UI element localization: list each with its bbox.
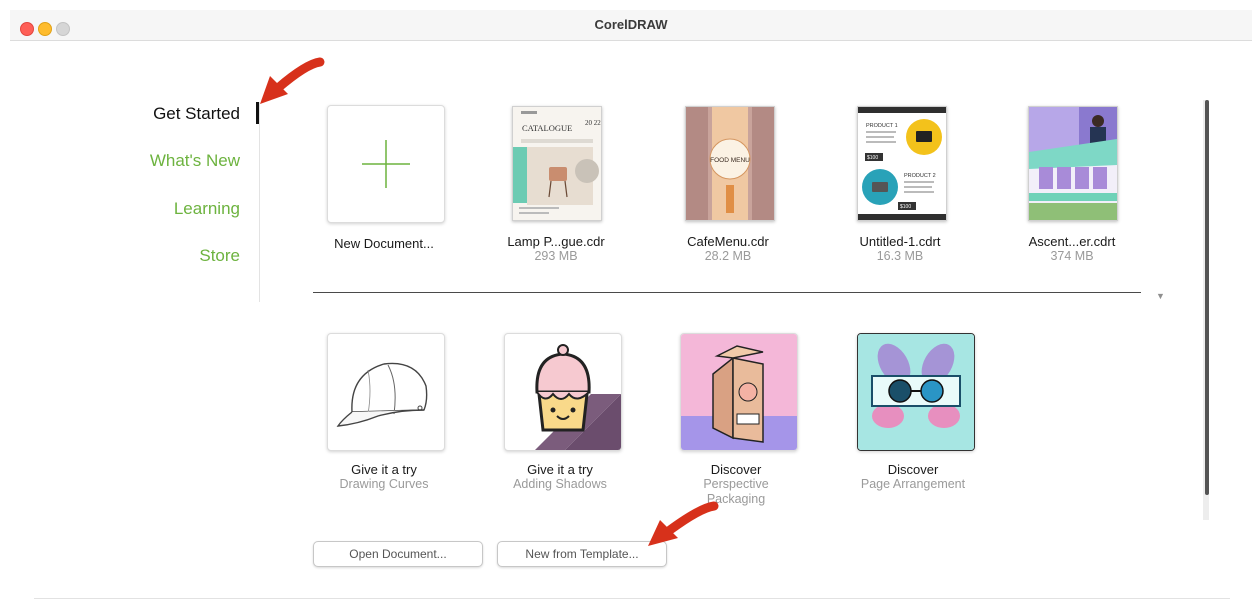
section-separator — [313, 292, 1141, 293]
window-title: CorelDRAW — [594, 17, 668, 32]
learning-title: Discover — [887, 462, 939, 477]
recent-name: Untitled-1.cdrt — [859, 234, 941, 249]
cafe-menu-thumbnail-art: FOOD MENU — [686, 107, 774, 220]
learning-title: Give it a try — [351, 462, 417, 477]
learning-subtitle: Page Arrangement — [860, 477, 966, 491]
annotation-arrow-icon — [260, 57, 325, 104]
annotation-arrow-icon — [648, 501, 719, 546]
recent-size: 16.3 MB — [876, 249, 924, 263]
glasses-icon — [858, 334, 974, 450]
title-bar: CorelDRAW — [10, 10, 1252, 41]
recent-name: Ascent...er.cdrt — [1028, 234, 1116, 249]
learning-tile[interactable] — [857, 333, 975, 451]
ascent-flyer-thumbnail-art — [1029, 107, 1117, 220]
product-2-text: PRODUCT 2 — [904, 173, 936, 179]
learning-subtitle: Adding Shadows — [513, 477, 607, 491]
recent-name: CafeMenu.cdr — [687, 234, 769, 249]
product-1-text: PRODUCT 1 — [866, 123, 898, 129]
product-flyer-thumbnail-art: PRODUCT 1 $100 PRODUCT 2 $100 — [858, 107, 946, 220]
food-menu-text: FOOD MENU — [710, 157, 750, 164]
nav-item-get-started[interactable]: Get Started — [120, 104, 240, 124]
learning-title: Give it a try — [527, 462, 593, 477]
nav-item-whats-new[interactable]: What's New — [120, 151, 240, 171]
milk-carton-icon — [681, 334, 797, 450]
learning-tile[interactable] — [680, 333, 798, 451]
recent-name: New Document... — [334, 236, 434, 251]
cap-drawing-icon — [336, 362, 428, 427]
recent-size: 374 MB — [1050, 249, 1094, 263]
recent-name: Lamp P...gue.cdr — [507, 234, 605, 249]
learning-subtitle: Drawing Curves — [339, 477, 429, 491]
catalogue-year-text: 20 22 — [585, 119, 601, 127]
learning-tile[interactable] — [327, 333, 445, 451]
cupcake-icon — [535, 344, 621, 450]
catalogue-title-text: CATALOGUE — [522, 123, 572, 133]
catalogue-thumbnail-art: CATALOGUE 20 22 — [513, 107, 601, 220]
nav-item-learning[interactable]: Learning — [120, 199, 240, 219]
price-1-text: $100 — [867, 155, 878, 161]
recent-size: 28.2 MB — [704, 249, 752, 263]
plus-icon — [362, 140, 410, 188]
learning-title: Discover — [710, 462, 762, 477]
collapse-toggle-icon[interactable]: ▼ — [1156, 291, 1165, 301]
recent-file-thumbnail[interactable] — [1028, 106, 1118, 221]
new-document-tile[interactable] — [327, 105, 445, 223]
recent-file-thumbnail[interactable]: CATALOGUE 20 22 — [512, 106, 602, 221]
price-2-text: $100 — [900, 204, 911, 210]
learning-tile[interactable] — [504, 333, 622, 451]
recent-size: 293 MB — [534, 249, 578, 263]
recent-file-thumbnail[interactable]: FOOD MENU — [685, 106, 775, 221]
open-document-button[interactable]: Open Document... — [313, 541, 483, 567]
nav-divider — [259, 102, 260, 302]
recent-file-thumbnail[interactable]: PRODUCT 1 $100 PRODUCT 2 $100 — [857, 106, 947, 221]
nav-item-store[interactable]: Store — [120, 246, 240, 266]
footer-divider — [34, 598, 1230, 599]
scrollbar-thumb[interactable] — [1205, 100, 1209, 495]
